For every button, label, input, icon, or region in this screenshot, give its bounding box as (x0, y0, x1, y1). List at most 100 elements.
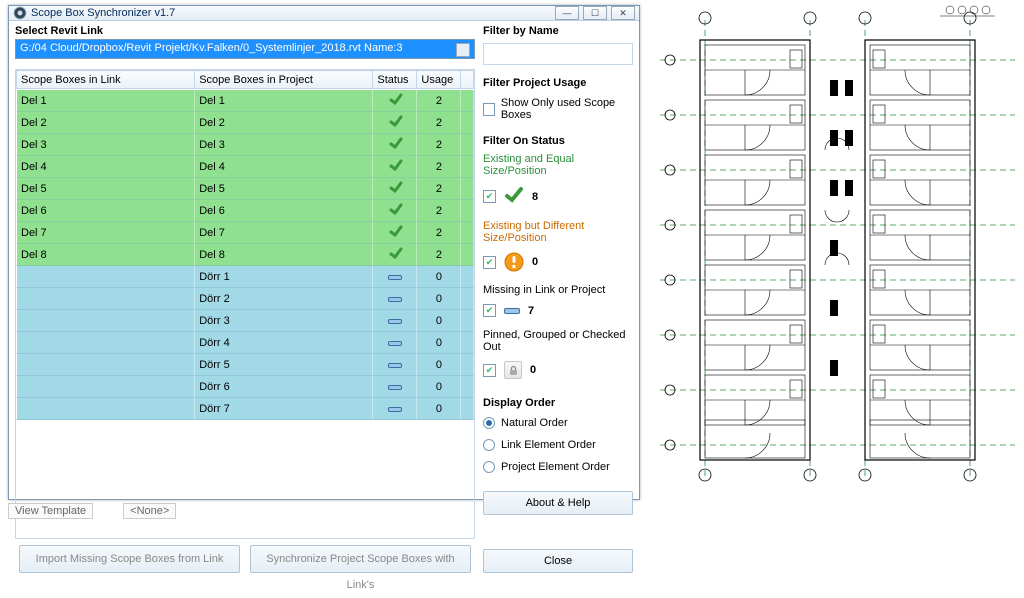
cell-project: Dörr 3 (195, 310, 373, 332)
cell-status (373, 288, 417, 310)
cell-link (17, 398, 195, 420)
revit-link-dropdown[interactable]: G:/04 Cloud/Dropbox/Revit Projekt/Kv.Fal… (15, 39, 475, 59)
col-project-header[interactable]: Scope Boxes in Project (195, 71, 373, 89)
filter-name-input[interactable] (483, 43, 633, 65)
status-missing-count: 7 (528, 305, 534, 317)
table-row[interactable]: Del 3Del 32 (17, 134, 474, 156)
table-row[interactable]: Del 6Del 6 2 (17, 200, 474, 222)
order-project-radio[interactable] (483, 461, 495, 473)
filter-status-label: Filter On Status (483, 135, 633, 147)
window-title: Scope Box Synchronizer v1.7 (31, 7, 555, 19)
check-icon (389, 202, 401, 214)
minus-icon (388, 297, 402, 302)
cell-project: Del 4 (195, 156, 373, 178)
col-status-header[interactable]: Status (373, 71, 417, 89)
import-missing-button[interactable]: Import Missing Scope Boxes from Link (19, 545, 240, 573)
lock-icon (504, 361, 522, 379)
filter-by-name-label: Filter by Name (483, 25, 633, 37)
cell-status (373, 354, 417, 376)
status-bar-fragment: View Template <None> (8, 502, 208, 520)
table-row[interactable]: Dörr 70 (17, 398, 474, 420)
title-bar[interactable]: Scope Box Synchronizer v1.7 — ☐ ✕ (9, 6, 639, 21)
table-row[interactable]: Del 5Del 52 (17, 178, 474, 200)
table-row[interactable]: Dörr 30 (17, 310, 474, 332)
table-row[interactable]: Del 7Del 72 (17, 222, 474, 244)
cell-project: Del 1 (195, 90, 373, 112)
cell-link (17, 332, 195, 354)
cell-project: Dörr 6 (195, 376, 373, 398)
order-project-label: Project Element Order (501, 461, 610, 473)
cell-project: Dörr 2 (195, 288, 373, 310)
cell-link (17, 266, 195, 288)
table-row[interactable]: Del 1Del 12 (17, 90, 474, 112)
synchronize-button[interactable]: Synchronize Project Scope Boxes with Lin… (250, 545, 471, 573)
cell-usage: 2 (417, 112, 461, 134)
show-only-used-checkbox[interactable] (483, 103, 495, 116)
cell-project: Dörr 5 (195, 354, 373, 376)
check-icon (389, 136, 401, 148)
col-usage-header[interactable]: Usage (417, 71, 461, 89)
cell-link: Del 5 (17, 178, 195, 200)
about-help-button[interactable]: About & Help (483, 491, 633, 515)
cell-usage: 2 (417, 200, 461, 222)
cell-status (373, 332, 417, 354)
cell-status (373, 134, 417, 156)
close-window-button[interactable]: ✕ (611, 6, 635, 20)
table-row[interactable]: Dörr 60 (17, 376, 474, 398)
main-window: Scope Box Synchronizer v1.7 — ☐ ✕ Select… (8, 5, 640, 500)
status-pinned-label: Pinned, Grouped or Checked Out (483, 329, 633, 353)
select-link-label: Select Revit Link (15, 25, 475, 37)
status-equal-checkbox[interactable]: ✔ (483, 190, 496, 203)
cell-link (17, 310, 195, 332)
order-link-radio[interactable] (483, 439, 495, 451)
status-pinned-checkbox[interactable]: ✔ (483, 364, 496, 377)
cell-status (373, 266, 417, 288)
close-button[interactable]: Close (483, 549, 633, 573)
display-order-label: Display Order (483, 397, 633, 409)
dropdown-value: G:/04 Cloud/Dropbox/Revit Projekt/Kv.Fal… (20, 42, 403, 54)
maximize-button[interactable]: ☐ (583, 6, 607, 20)
minimize-button[interactable]: — (555, 6, 579, 20)
cell-project: Dörr 1 (195, 266, 373, 288)
cell-project: Del 6 (195, 200, 373, 222)
table-row[interactable]: Del 4Del 42 (17, 156, 474, 178)
cell-link (17, 354, 195, 376)
cell-status (373, 200, 417, 222)
col-spacer (461, 71, 474, 89)
order-natural-radio[interactable] (483, 417, 495, 429)
view-template-value: <None> (123, 503, 176, 519)
minus-icon (388, 385, 402, 390)
filter-usage-label: Filter Project Usage (483, 77, 633, 89)
minus-icon (388, 275, 402, 280)
cell-status (373, 178, 417, 200)
table-row[interactable]: Dörr 50 (17, 354, 474, 376)
cell-usage: 2 (417, 244, 461, 266)
cell-usage: 2 (417, 156, 461, 178)
cell-status (373, 376, 417, 398)
status-missing-checkbox[interactable]: ✔ (483, 304, 496, 317)
check-icon (504, 185, 524, 208)
warning-icon (504, 252, 524, 272)
cell-link: Del 3 (17, 134, 195, 156)
cell-usage: 0 (417, 332, 461, 354)
table-row[interactable]: Dörr 2 0 (17, 288, 474, 310)
cell-link: Del 6 (17, 200, 195, 222)
cell-status (373, 310, 417, 332)
cell-usage: 2 (417, 90, 461, 112)
cell-usage: 2 (417, 134, 461, 156)
table-row[interactable]: Del 8Del 82 (17, 244, 474, 266)
cell-usage: 2 (417, 222, 461, 244)
check-icon (389, 180, 401, 192)
cell-usage: 2 (417, 178, 461, 200)
table-row[interactable]: Dörr 10 (17, 266, 474, 288)
cell-usage: 0 (417, 288, 461, 310)
cell-link (17, 288, 195, 310)
table-row[interactable]: Del 2Del 22 (17, 112, 474, 134)
table-row[interactable]: Dörr 40 (17, 332, 474, 354)
floor-plan-view[interactable] (650, 0, 1024, 500)
cell-status (373, 90, 417, 112)
col-link-header[interactable]: Scope Boxes in Link (17, 71, 195, 89)
check-icon (389, 246, 401, 258)
status-diff-checkbox[interactable]: ✔ (483, 256, 496, 269)
minus-icon (504, 308, 520, 314)
